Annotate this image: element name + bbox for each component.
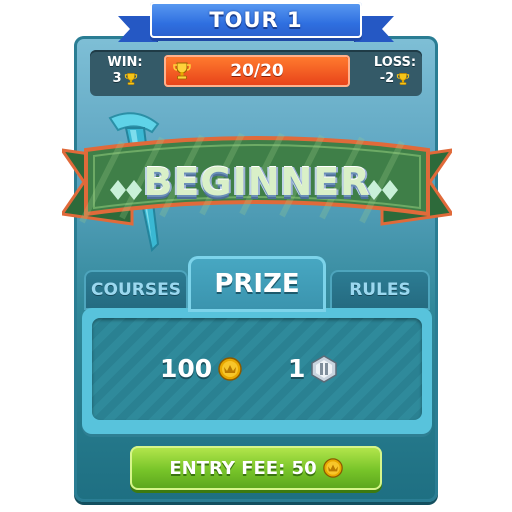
win-value-row: 3 (100, 70, 150, 88)
tournament-card-screen: TOUR 1 WIN: 3 20/20 LOSS: -2 BEGINNER CO… (0, 0, 512, 512)
tour-title: TOUR 1 (209, 8, 303, 32)
tab-prize[interactable]: PRIZE (188, 256, 326, 312)
level-title: BEGINNER (143, 160, 371, 204)
tab-prize-label: PRIZE (214, 269, 300, 299)
tab-courses-label: COURSES (91, 280, 181, 300)
entry-fee-button[interactable]: ENTRY FEE: 50 (130, 446, 382, 490)
coin-icon (218, 356, 242, 381)
entry-fee-label: ENTRY FEE: 50 (169, 457, 317, 479)
prize-gems: 1 (288, 354, 338, 383)
coin-icon (322, 458, 343, 478)
gem-icon (311, 354, 338, 383)
progress-text: 20/20 (230, 61, 284, 81)
tour-progress-bar: 20/20 (164, 55, 350, 87)
prize-panel: 100 1 (82, 308, 432, 434)
prize-coins-value: 100 (160, 354, 213, 383)
prize-coins: 100 (160, 354, 242, 383)
tab-rules[interactable]: RULES (330, 270, 430, 310)
win-stat: WIN: 3 (100, 55, 150, 88)
stats-bar: WIN: 3 20/20 LOSS: -2 (90, 50, 422, 96)
win-label: WIN: (107, 55, 143, 70)
loss-label: LOSS: (373, 55, 417, 70)
trophy-icon (124, 73, 137, 85)
tab-rules-label: RULES (349, 280, 411, 300)
win-value: 3 (112, 71, 122, 86)
prize-panel-inner (92, 318, 422, 420)
loss-value: -2 (379, 71, 395, 86)
loss-value-row: -2 (372, 70, 418, 88)
header-ribbon: TOUR 1 (150, 2, 362, 38)
loss-stat: LOSS: -2 (372, 55, 418, 88)
tab-courses[interactable]: COURSES (84, 270, 188, 310)
prize-gems-value: 1 (288, 354, 306, 383)
trophy-icon (397, 73, 410, 85)
